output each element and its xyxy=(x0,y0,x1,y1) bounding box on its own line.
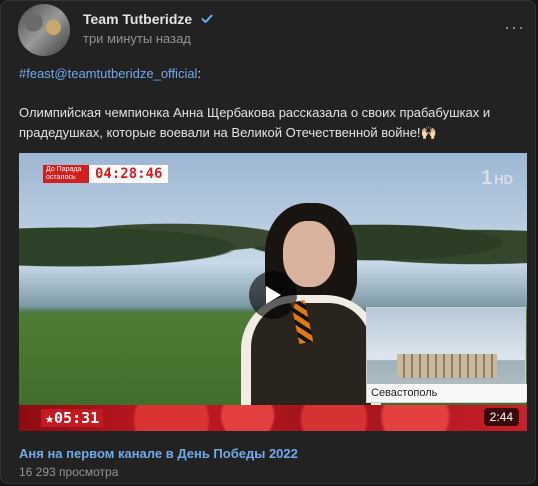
inset-fort xyxy=(397,354,497,378)
video-title-link[interactable]: Аня на первом канале в День Победы 2022 xyxy=(19,446,298,461)
inset-caption: Севастополь xyxy=(367,384,527,402)
post-card: Team Tutberidze три минуты назад ··· #fe… xyxy=(0,0,536,484)
video-clock: ★05:31 xyxy=(41,409,104,427)
more-options-button[interactable]: ··· xyxy=(504,17,525,38)
verified-check-icon xyxy=(200,12,214,29)
post-text-body: Олимпийская чемпионка Анна Щербакова рас… xyxy=(19,105,491,140)
play-button[interactable] xyxy=(249,271,297,319)
video-inset-picture: Севастополь xyxy=(366,307,527,403)
hashtag-suffix: : xyxy=(197,66,202,81)
author-name[interactable]: Team Tutberidze xyxy=(83,11,214,29)
channel-logo-number: 1 xyxy=(481,167,493,189)
countdown-time: 04:28:46 xyxy=(89,165,169,183)
author-avatar[interactable] xyxy=(18,4,70,56)
more-horizontal-icon: ··· xyxy=(504,17,525,37)
video-views: 16 293 просмотра xyxy=(19,465,119,479)
countdown-label: До Парада осталось xyxy=(43,165,89,183)
play-icon xyxy=(266,286,281,304)
author-name-label[interactable]: Team Tutberidze xyxy=(83,11,192,27)
hashtag-line: #feast@teamtutberidze_official: xyxy=(19,66,201,81)
post-text: Олимпийская чемпионка Анна Щербакова рас… xyxy=(19,103,519,143)
video-player[interactable]: До Парада осталось 04:28:46 1 HD Севастоп… xyxy=(19,153,527,431)
channel-logo-hd: HD xyxy=(494,172,513,187)
video-person-face xyxy=(283,221,335,287)
post-time[interactable]: три минуты назад xyxy=(83,31,191,46)
hashtag-link[interactable]: #feast@teamtutberidze_official xyxy=(19,66,197,81)
video-duration: 2:44 xyxy=(483,408,519,426)
parade-countdown: До Парада осталось 04:28:46 xyxy=(43,165,169,183)
raised-hands-emoji: 🙌🏻 xyxy=(420,125,437,140)
channel-logo: 1 HD xyxy=(481,167,513,190)
